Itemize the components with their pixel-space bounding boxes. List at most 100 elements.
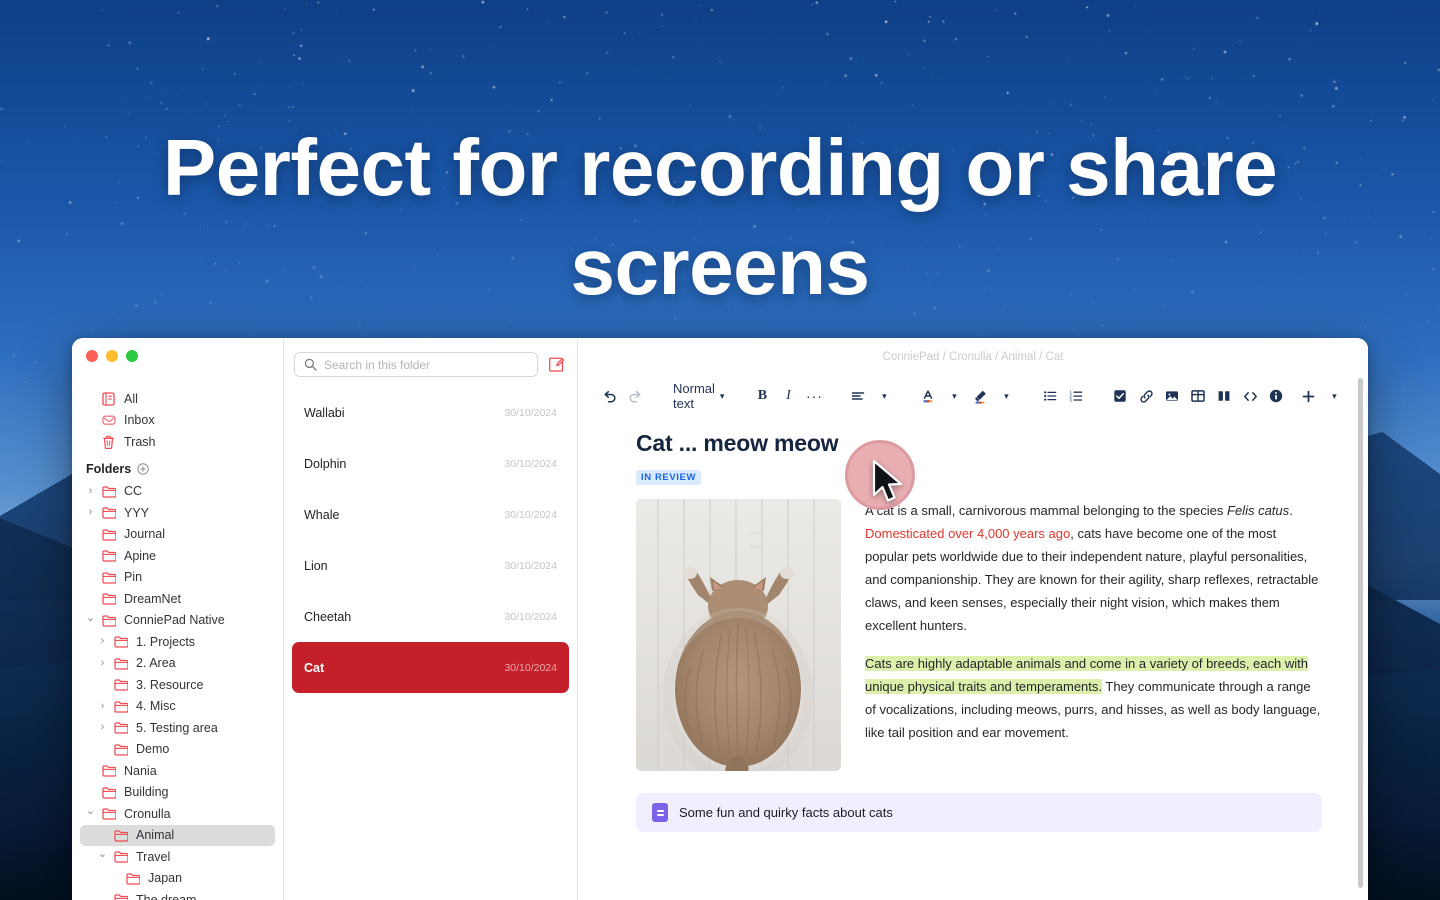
- sidebar-folder-the-dream[interactable]: The dream: [80, 889, 275, 900]
- sidebar-item-all[interactable]: All: [80, 388, 275, 409]
- folder-icon: [114, 657, 129, 670]
- sidebar-folder-label: CC: [124, 484, 143, 498]
- sidebar-folder-building[interactable]: Building: [80, 782, 275, 803]
- paragraph-2: Cats are highly adaptable animals and co…: [865, 652, 1322, 744]
- sidebar-folder-label: Building: [124, 785, 169, 799]
- sidebar-folder-3-resource[interactable]: 3. Resource: [80, 674, 275, 695]
- folder-icon: [114, 893, 129, 900]
- chevron-right-icon[interactable]: ›: [98, 700, 107, 712]
- sidebar-folder-yyy[interactable]: › YYY: [80, 502, 275, 523]
- sidebar-folder-cc[interactable]: › CC: [80, 481, 275, 502]
- image-icon[interactable]: [1159, 383, 1185, 409]
- sidebar-folder-demo[interactable]: Demo: [80, 739, 275, 760]
- note-list-item[interactable]: Cheetah 30/10/2024: [292, 591, 569, 642]
- sidebar-folder-5-testing-area[interactable]: › 5. Testing area: [80, 717, 275, 738]
- search-input[interactable]: [324, 357, 528, 372]
- sidebar-item-inbox[interactable]: Inbox: [80, 410, 275, 431]
- sidebar-folder-pin[interactable]: Pin: [80, 567, 275, 588]
- chevron-down-icon: ▾: [719, 390, 725, 401]
- sidebar-folder-dreamnet[interactable]: DreamNet: [80, 588, 275, 609]
- note-title: Wallabi: [304, 405, 345, 420]
- redo-icon[interactable]: [622, 383, 648, 409]
- chevron-down-icon[interactable]: ⌄: [98, 849, 107, 860]
- document-title: Cat ... meow meow: [636, 430, 839, 456]
- editor-search-icon[interactable]: [1367, 383, 1368, 409]
- sidebar-folder-label: Animal: [136, 828, 175, 842]
- sidebar-item-trash[interactable]: Trash: [80, 431, 275, 452]
- chevron-right-icon[interactable]: ›: [86, 507, 95, 518]
- callout-block[interactable]: Some fun and quirky facts about cats: [636, 793, 1322, 832]
- callout-text: Some fun and quirky facts about cats: [679, 805, 893, 820]
- close-button[interactable]: [86, 350, 98, 362]
- chevron-right-icon[interactable]: ›: [86, 485, 95, 497]
- window-traffic-lights: [72, 338, 283, 374]
- checkbox-icon[interactable]: [1107, 383, 1133, 409]
- chevron-down-icon[interactable]: ⌄: [86, 612, 95, 624]
- sidebar: All Inbox Trash Folders › CC › YYY Journ…: [72, 338, 284, 900]
- editor-toolbar: Normal text ▾ B I ··· ▾ ▾ ▾ 1 2 3 ▾: [578, 376, 1368, 416]
- note-list-item[interactable]: Whale 30/10/2024: [292, 489, 569, 540]
- note-list-toolbar: [284, 338, 577, 387]
- columns-icon[interactable]: [1211, 383, 1237, 409]
- bullet-list-icon[interactable]: [1037, 383, 1063, 409]
- text-color-caret[interactable]: ▾: [941, 383, 967, 409]
- insert-plus-icon[interactable]: [1295, 383, 1321, 409]
- more-label: ···: [805, 388, 823, 404]
- note-list-item[interactable]: Cat 30/10/2024: [292, 642, 569, 693]
- note-list-panel: Wallabi 30/10/2024 Dolphin 30/10/2024 Whale 3…: [284, 338, 578, 900]
- sidebar-folder-conniepad-native[interactable]: ⌄ ConniePad Native: [80, 610, 275, 631]
- sidebar-folder-label: Cronulla: [124, 806, 171, 821]
- sidebar-item-label: All: [124, 391, 138, 406]
- chevron-down-icon[interactable]: ⌄: [86, 806, 95, 817]
- p1-seg-3: , cats have become one of the most popul…: [865, 526, 1319, 633]
- chevron-right-icon[interactable]: ›: [98, 722, 107, 733]
- undo-icon[interactable]: [596, 383, 622, 409]
- compose-icon[interactable]: [548, 356, 565, 373]
- align-dropdown-caret[interactable]: ▾: [871, 383, 897, 409]
- sidebar-folder-1-projects[interactable]: › 1. Projects: [80, 631, 275, 652]
- sidebar-folder-label: 4. Misc: [136, 699, 176, 713]
- sidebar-folder-japan[interactable]: Japan: [80, 868, 275, 889]
- zoom-button[interactable]: [126, 350, 138, 362]
- sidebar-folder-label: DreamNet: [124, 591, 181, 606]
- desktop-wallpaper: Perfect for recording or share screens A…: [0, 0, 1440, 900]
- sidebar-folder-apine[interactable]: Apine: [80, 545, 275, 566]
- text-color-icon[interactable]: [915, 383, 941, 409]
- insert-caret[interactable]: ▾: [1321, 383, 1347, 409]
- note-list-item[interactable]: Wallabi 30/10/2024: [292, 387, 569, 438]
- minimize-button[interactable]: [106, 350, 118, 362]
- align-left-icon[interactable]: [845, 383, 871, 409]
- text-style-dropdown[interactable]: Normal text ▾: [666, 381, 731, 411]
- sidebar-folder-travel[interactable]: ⌄ Travel: [80, 846, 275, 867]
- note-list-item[interactable]: Dolphin 30/10/2024: [292, 438, 569, 489]
- folder-icon: [102, 528, 117, 541]
- search-box[interactable]: [294, 352, 538, 377]
- chevron-right-icon[interactable]: ›: [98, 636, 107, 647]
- sidebar-folder-label: 5. Testing area: [136, 720, 218, 735]
- sidebar-folder-journal[interactable]: Journal: [80, 524, 275, 545]
- highlighter-icon[interactable]: [967, 383, 993, 409]
- sidebar-folder-cronulla[interactable]: ⌄ Cronulla: [80, 803, 275, 824]
- sidebar-folder-4-misc[interactable]: › 4. Misc: [80, 696, 275, 717]
- text-style-label: Normal text: [673, 381, 715, 411]
- more-formatting-button[interactable]: ···: [801, 383, 827, 409]
- numbered-list-icon[interactable]: 123: [1063, 383, 1089, 409]
- link-icon[interactable]: [1133, 383, 1159, 409]
- info-icon[interactable]: [1263, 383, 1289, 409]
- sidebar-folder-label: Pin: [124, 570, 143, 584]
- note-date: 30/10/2024: [504, 559, 557, 572]
- folder-icon: [114, 700, 129, 713]
- sidebar-folder-nania[interactable]: Nania: [80, 760, 275, 781]
- sidebar-folder-label: Demo: [136, 742, 170, 756]
- chevron-right-icon[interactable]: ›: [98, 657, 107, 669]
- note-list-item[interactable]: Lion 30/10/2024: [292, 540, 569, 591]
- highlighter-caret[interactable]: ▾: [993, 383, 1019, 409]
- plus-circle-icon[interactable]: [137, 462, 149, 475]
- table-icon[interactable]: [1185, 383, 1211, 409]
- sidebar-folder-2-area[interactable]: › 2. Area: [80, 653, 275, 674]
- italic-button[interactable]: I: [775, 383, 801, 409]
- code-icon[interactable]: [1237, 383, 1263, 409]
- editor-vertical-scrollbar[interactable]: [1358, 378, 1363, 888]
- sidebar-folder-animal[interactable]: Animal: [80, 824, 275, 846]
- bold-button[interactable]: B: [749, 383, 775, 409]
